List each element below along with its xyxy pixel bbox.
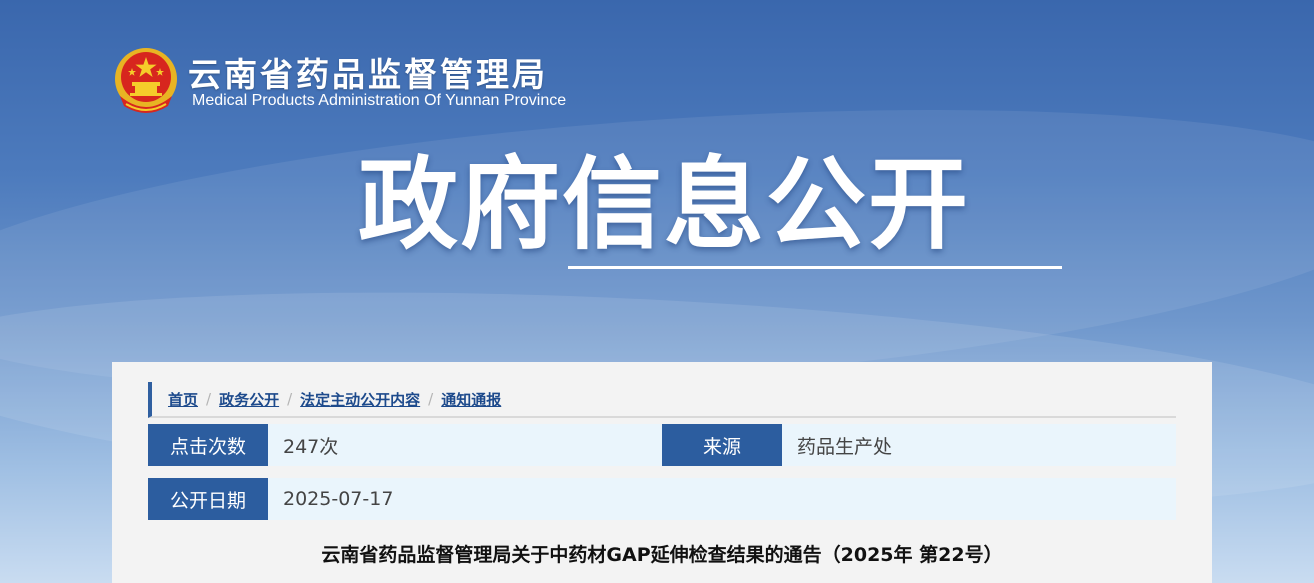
article-title: 云南省药品监督管理局关于中药材GAP延伸检查结果的通告（2025年 第22号） bbox=[321, 544, 1003, 566]
banner-title: 政府信息公开 bbox=[358, 146, 970, 263]
breadcrumb-home-link[interactable]: 首页 bbox=[168, 389, 198, 410]
breadcrumb: 首页 / 政务公开 / 法定主动公开内容 / 通知通报 bbox=[148, 382, 1176, 418]
date-label: 公开日期 bbox=[148, 478, 268, 520]
content-panel: 首页 / 政务公开 / 法定主动公开内容 / 通知通报 点击次数 247次 来源… bbox=[112, 362, 1212, 583]
breadcrumb-statutory-disclosure-link[interactable]: 法定主动公开内容 bbox=[300, 389, 420, 410]
breadcrumb-separator: / bbox=[428, 390, 434, 408]
banner-underline bbox=[568, 266, 1062, 269]
source-label: 来源 bbox=[662, 424, 782, 466]
national-emblem-icon bbox=[115, 48, 177, 113]
source-value: 药品生产处 bbox=[797, 435, 893, 458]
views-label: 点击次数 bbox=[148, 424, 268, 466]
views-value: 247次 bbox=[283, 435, 339, 458]
breadcrumb-notices-link[interactable]: 通知通报 bbox=[441, 389, 501, 410]
breadcrumb-gov-affairs-link[interactable]: 政务公开 bbox=[219, 389, 279, 410]
meta-row-date: 公开日期 2025-07-17 bbox=[148, 478, 1176, 520]
meta-row-views-source: 点击次数 247次 来源 药品生产处 bbox=[148, 424, 1176, 466]
date-value: 2025-07-17 bbox=[283, 488, 394, 510]
breadcrumb-separator: / bbox=[206, 390, 212, 408]
site-name-english: Medical Products Administration Of Yunna… bbox=[192, 92, 567, 109]
site-name: 云南省药品监督管理局 bbox=[188, 55, 548, 94]
breadcrumb-separator: / bbox=[287, 390, 293, 408]
